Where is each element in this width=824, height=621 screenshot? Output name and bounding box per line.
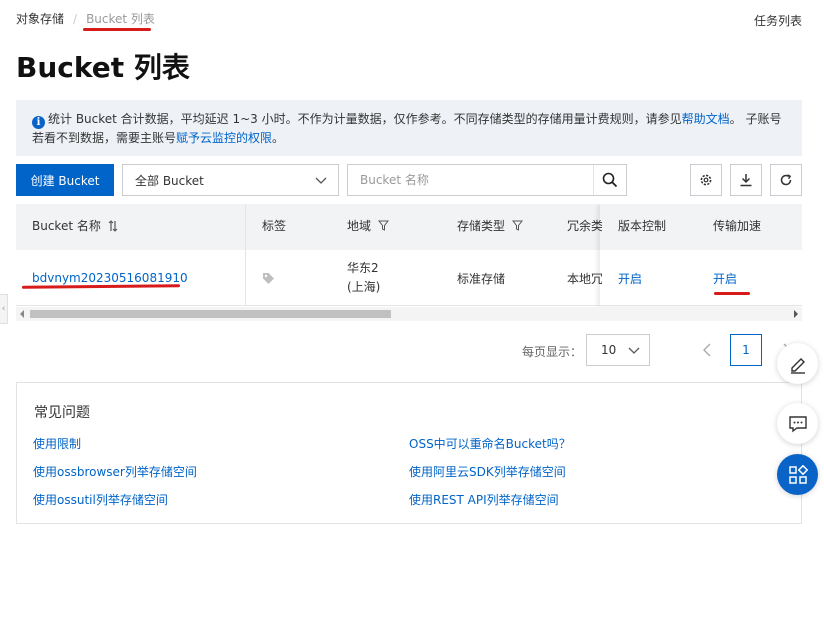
filter-icon[interactable] xyxy=(377,220,389,231)
sort-icon[interactable] xyxy=(108,220,118,232)
faq-panel: 常见问题 使用限制 使用ossbrowser列举存储空间 使用ossutil列举… xyxy=(16,382,802,524)
region-city: (上海) xyxy=(347,280,381,294)
chevron-left-icon: ‹ xyxy=(1,304,6,314)
faq-title: 常见问题 xyxy=(34,405,90,421)
page-number-current[interactable]: 1 xyxy=(730,334,762,366)
scroll-right-icon[interactable] xyxy=(792,307,800,321)
faq-link[interactable]: 使用ossbrowser列举存储空间 xyxy=(33,463,197,480)
column-header-tags: 标签 xyxy=(262,219,287,233)
column-header-versioning: 版本控制 xyxy=(618,219,667,233)
column-header-name[interactable]: Bucket 名称 xyxy=(16,204,118,250)
tags-cell xyxy=(246,250,275,306)
region-name: 华东2 xyxy=(347,261,379,275)
download-icon xyxy=(740,174,752,187)
breadcrumb-current: Bucket 列表 xyxy=(86,12,155,26)
bucket-table: Bucket 名称 标签 地域 存储类型 冗余类 bdvnym202305160… xyxy=(16,204,802,322)
edit-feedback-button[interactable] xyxy=(777,343,818,384)
search-box xyxy=(347,164,627,196)
collapse-handle[interactable]: ‹ xyxy=(0,294,8,324)
annotation-underline-breadcrumb xyxy=(83,28,151,31)
acceleration-cell: 开启 xyxy=(697,250,737,306)
bucket-search-input[interactable] xyxy=(348,165,594,195)
faq-link[interactable]: 使用限制 xyxy=(33,435,81,452)
breadcrumb-separator: / xyxy=(73,11,78,26)
info-icon: i xyxy=(32,116,45,129)
info-notice: i 统计 Bucket 合计数据，平均延迟 1~3 小时。不作为计量数据，仅作参考… xyxy=(16,100,802,156)
refresh-icon xyxy=(780,174,792,186)
column-header-region[interactable]: 地域 xyxy=(331,204,389,250)
notice-text-3: 。 xyxy=(272,131,285,145)
scroll-left-icon[interactable] xyxy=(18,307,26,321)
breadcrumb: 对象存储 / Bucket 列表 xyxy=(16,10,155,27)
chevron-down-icon xyxy=(315,177,327,184)
page-size-select[interactable]: 10 xyxy=(586,334,650,366)
help-doc-link[interactable]: 帮助文档 xyxy=(682,112,730,126)
bucket-name-link[interactable]: bdvnym20230516081910 xyxy=(32,271,188,285)
settings-icon xyxy=(700,174,712,186)
apps-button[interactable] xyxy=(777,454,818,495)
edit-icon xyxy=(790,357,805,374)
acceleration-link[interactable]: 开启 xyxy=(713,270,737,287)
scrollbar-thumb[interactable] xyxy=(30,310,391,318)
notice-text-1: 统计 Bucket 合计数据，平均延迟 1~3 小时。不作为计量数据，仅作参考。… xyxy=(48,112,682,126)
column-header-storage-type[interactable]: 存储类型 xyxy=(441,204,523,250)
task-list-link[interactable]: 任务列表 xyxy=(754,12,802,29)
toolbar: 创建 Bucket 全部 Bucket xyxy=(16,164,802,196)
bucket-name-cell: bdvnym20230516081910 xyxy=(16,250,188,306)
faq-link[interactable]: OSS中可以重命名Bucket吗？ xyxy=(409,435,571,452)
faq-link[interactable]: 使用阿里云SDK列举存储空间 xyxy=(409,463,566,480)
redundancy-cell: 本地冗 xyxy=(567,271,604,286)
cloudmonitor-permission-link[interactable]: 赋予云监控的权限 xyxy=(176,131,272,145)
fixed-columns-row: 开启 开启 xyxy=(602,250,802,306)
page-title: Bucket 列表 xyxy=(16,51,190,84)
faq-link[interactable]: 使用ossutil列举存储空间 xyxy=(33,491,168,508)
column-divider xyxy=(245,204,246,306)
filter-icon[interactable] xyxy=(511,220,523,231)
column-header-redundancy: 冗余类 xyxy=(567,219,604,233)
bucket-filter-value: 全部 Bucket xyxy=(135,173,204,188)
previous-page-icon[interactable] xyxy=(698,340,716,360)
fixed-columns-header: 版本控制 传输加速 xyxy=(602,204,802,250)
column-header-acceleration: 传输加速 xyxy=(713,219,762,233)
bucket-filter-select[interactable]: 全部 Bucket xyxy=(122,164,339,196)
chat-button[interactable] xyxy=(777,403,818,444)
horizontal-scrollbar[interactable] xyxy=(16,307,802,321)
faq-link[interactable]: 使用REST API列举存储空间 xyxy=(409,491,559,508)
versioning-link[interactable]: 开启 xyxy=(618,270,642,287)
annotation-underline-acceleration xyxy=(714,292,750,295)
tag-icon[interactable] xyxy=(262,272,275,285)
storage-type-cell: 标准存储 xyxy=(457,271,506,286)
region-cell: 华东2 (上海) xyxy=(331,250,380,306)
search-icon xyxy=(602,172,618,188)
breadcrumb-root[interactable]: 对象存储 xyxy=(16,10,64,27)
page-size-value: 10 xyxy=(601,343,617,357)
search-button[interactable] xyxy=(593,165,626,195)
versioning-cell: 开启 xyxy=(602,250,642,306)
create-bucket-button[interactable]: 创建 Bucket xyxy=(16,164,114,196)
settings-button[interactable] xyxy=(690,164,722,196)
chevron-down-icon xyxy=(628,347,640,354)
page-size-label: 每页显示： xyxy=(522,345,583,359)
chat-icon xyxy=(788,415,807,432)
refresh-button[interactable] xyxy=(770,164,802,196)
download-button[interactable] xyxy=(730,164,762,196)
apps-grid-icon xyxy=(788,464,808,484)
